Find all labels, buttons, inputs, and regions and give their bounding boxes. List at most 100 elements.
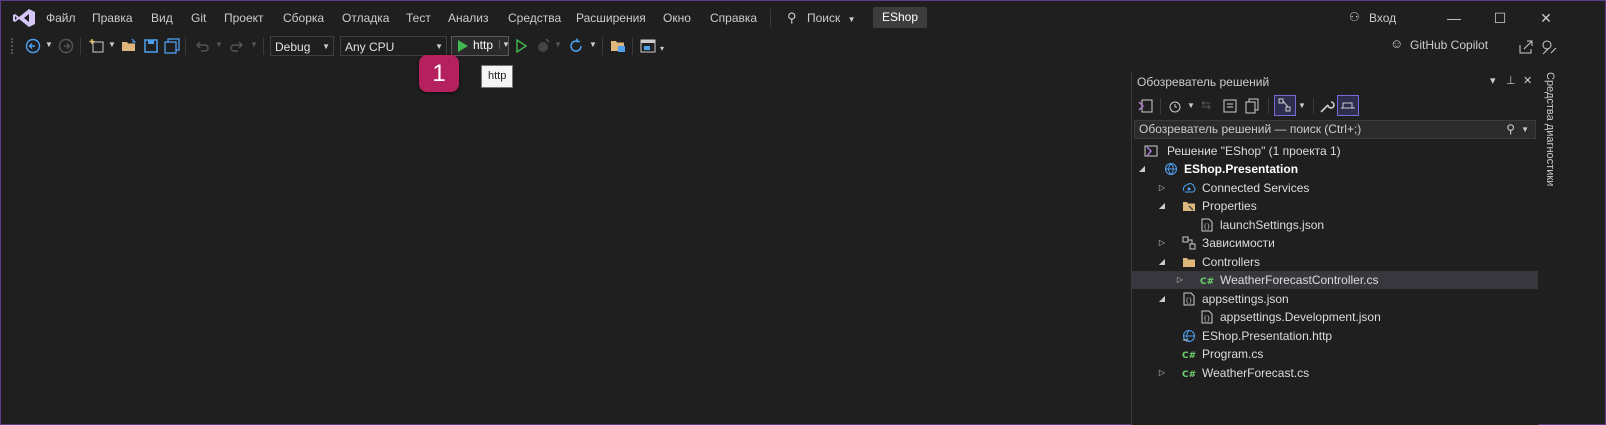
filter-toggle-icon[interactable] bbox=[1274, 95, 1296, 116]
expand-arrow-closed-icon[interactable]: ▷ bbox=[1157, 364, 1167, 382]
hot-reload-icon bbox=[538, 38, 550, 52]
chevron-down-icon[interactable]: ▼ bbox=[589, 40, 597, 49]
play-icon bbox=[458, 40, 468, 52]
sign-in-button[interactable]: ⚇ Вход bbox=[1349, 10, 1396, 25]
toolbar-separator bbox=[1268, 98, 1269, 114]
pin-icon[interactable]: ⊥ bbox=[1506, 74, 1516, 87]
tree-item[interactable]: ◢ EShop.Presentation bbox=[1132, 160, 1538, 178]
tree-item[interactable]: {} appsettings.Development.json bbox=[1132, 308, 1538, 326]
menu-edit[interactable]: Правка bbox=[92, 11, 133, 25]
expand-arrow-open-icon[interactable]: ◢ bbox=[1157, 197, 1167, 215]
chevron-down-icon[interactable]: ▼ bbox=[1298, 101, 1306, 110]
tree-item[interactable]: ▷ Зависимости bbox=[1132, 234, 1538, 252]
tree-item-label: Зависимости bbox=[1202, 236, 1275, 250]
svg-text:C#: C# bbox=[1182, 351, 1196, 361]
platform-select[interactable]: Any CPU ▼ bbox=[340, 36, 447, 56]
preview-selected-items-icon[interactable] bbox=[1337, 95, 1359, 116]
chevron-down-icon: ▼ bbox=[215, 40, 223, 49]
show-all-files-icon[interactable] bbox=[1244, 98, 1260, 114]
tree-item[interactable]: ▷ Connected Services bbox=[1132, 179, 1538, 197]
toolbar-grip[interactable] bbox=[11, 38, 15, 54]
menu-git[interactable]: Git bbox=[191, 11, 206, 25]
window-layout-icon[interactable] bbox=[640, 38, 656, 54]
save-icon[interactable] bbox=[143, 38, 159, 54]
search-icon: ⚲ bbox=[1506, 122, 1515, 136]
tree-item[interactable]: ◢ Controllers bbox=[1132, 253, 1538, 271]
tree-item-label: Program.cs bbox=[1202, 347, 1264, 361]
tree-item[interactable]: ◢ Properties bbox=[1132, 197, 1538, 215]
csharp-file-icon: C# bbox=[1200, 277, 1214, 287]
menu-analyze[interactable]: Анализ bbox=[448, 11, 489, 25]
toolbar-overflow-icon[interactable]: ▾ bbox=[660, 44, 664, 53]
navigate-forward-icon bbox=[58, 38, 74, 54]
switch-views-icon[interactable] bbox=[1138, 98, 1154, 114]
expand-arrow-open-icon[interactable]: ◢ bbox=[1157, 290, 1167, 308]
chevron-down-icon[interactable]: ▼ bbox=[499, 40, 510, 49]
panel-options-icon[interactable]: ▾ bbox=[1490, 74, 1496, 87]
browse-folder-icon[interactable] bbox=[610, 38, 626, 54]
sync-with-document-icon: ⇆ bbox=[1201, 98, 1212, 112]
http-file-icon bbox=[1183, 330, 1195, 342]
global-search[interactable]: ⚲ Поиск ▼ bbox=[787, 10, 856, 25]
properties-wrench-icon[interactable] bbox=[1319, 98, 1335, 114]
copilot-label: GitHub Copilot bbox=[1410, 38, 1489, 52]
menu-window[interactable]: Окно bbox=[663, 11, 691, 25]
svg-text:{}: {} bbox=[1203, 316, 1210, 323]
person-icon: ⚇ bbox=[1349, 10, 1360, 24]
chevron-down-icon[interactable]: ▼ bbox=[1187, 101, 1195, 110]
svg-text:{}: {} bbox=[1185, 298, 1192, 305]
github-copilot-button[interactable]: ☺ GitHub Copilot bbox=[1390, 36, 1489, 52]
refresh-icon[interactable] bbox=[568, 38, 584, 54]
tree-item[interactable]: C# Program.cs bbox=[1132, 345, 1538, 363]
chevron-down-icon[interactable]: ▼ bbox=[45, 40, 53, 49]
chevron-down-icon[interactable]: ▼ bbox=[108, 40, 116, 49]
share-icon[interactable] bbox=[1518, 39, 1534, 55]
expand-arrow-closed-icon[interactable]: ▷ bbox=[1157, 179, 1167, 197]
menu-extensions[interactable]: Расширения bbox=[576, 11, 646, 25]
configuration-select[interactable]: Debug ▼ bbox=[270, 36, 334, 56]
start-debugging-button[interactable]: http ▼ bbox=[451, 36, 510, 56]
tree-item-label: Controllers bbox=[1202, 255, 1261, 269]
menu-tools[interactable]: Средства bbox=[508, 11, 561, 25]
expand-arrow-open-icon[interactable]: ◢ bbox=[1157, 253, 1167, 271]
tree-item[interactable]: ◢ {} appsettings.json bbox=[1132, 290, 1538, 308]
expand-arrow-open-icon[interactable]: ◢ bbox=[1137, 160, 1147, 178]
solution-name-badge: EShop bbox=[873, 7, 928, 28]
new-project-icon[interactable] bbox=[89, 38, 105, 54]
start-without-debugging-icon[interactable] bbox=[513, 38, 529, 54]
svg-text:{}: {} bbox=[1203, 224, 1210, 231]
navigate-back-icon[interactable] bbox=[25, 38, 41, 54]
tree-item[interactable]: EShop.Presentation.http bbox=[1132, 327, 1538, 345]
menu-view[interactable]: Вид bbox=[151, 11, 173, 25]
solution-explorer-search-input[interactable]: Обозреватель решений — поиск (Ctrl+;) ⚲ … bbox=[1134, 120, 1536, 139]
tree-item[interactable]: Решение "EShop" (1 проекта 1) bbox=[1132, 142, 1538, 160]
chevron-down-icon[interactable]: ▼ bbox=[1521, 121, 1529, 138]
close-panel-icon[interactable]: ✕ bbox=[1523, 74, 1532, 87]
open-folder-icon[interactable] bbox=[121, 38, 137, 54]
tree-item[interactable]: ▷ C# WeatherForecast.cs bbox=[1132, 364, 1538, 382]
menu-help[interactable]: Справка bbox=[710, 11, 757, 25]
menu-project[interactable]: Проект bbox=[224, 11, 264, 25]
menu-build[interactable]: Сборка bbox=[283, 11, 324, 25]
feedback-icon[interactable] bbox=[1541, 39, 1557, 55]
minimize-button[interactable]: — bbox=[1439, 7, 1469, 29]
tree-item[interactable]: {} launchSettings.json bbox=[1132, 216, 1538, 234]
expand-arrow-closed-icon[interactable]: ▷ bbox=[1157, 234, 1167, 252]
connected-services-icon bbox=[1182, 183, 1196, 193]
minimize-icon: — bbox=[1447, 10, 1461, 26]
save-all-icon[interactable] bbox=[164, 38, 180, 54]
toolbar-separator bbox=[632, 37, 633, 55]
tree-item-label: WeatherForecastController.cs bbox=[1220, 273, 1379, 287]
menu-file[interactable]: Файл bbox=[46, 11, 76, 25]
expand-arrow-closed-icon[interactable]: ▷ bbox=[1175, 271, 1185, 289]
menu-test[interactable]: Тест bbox=[406, 11, 431, 25]
diagnostic-tools-label[interactable]: Средства диагностики bbox=[1544, 72, 1556, 186]
menu-debug[interactable]: Отладка bbox=[342, 11, 389, 25]
tree-item[interactable]: ▷ C# WeatherForecastController.cs bbox=[1132, 271, 1538, 289]
collapse-all-icon[interactable] bbox=[1222, 98, 1238, 114]
solution-explorer-title: Обозреватель решений bbox=[1137, 75, 1270, 89]
maximize-button[interactable]: ☐ bbox=[1485, 7, 1515, 29]
csharp-file-icon: C# bbox=[1182, 351, 1196, 361]
pending-changes-filter-icon[interactable] bbox=[1167, 98, 1183, 114]
close-button[interactable]: ✕ bbox=[1531, 7, 1561, 29]
